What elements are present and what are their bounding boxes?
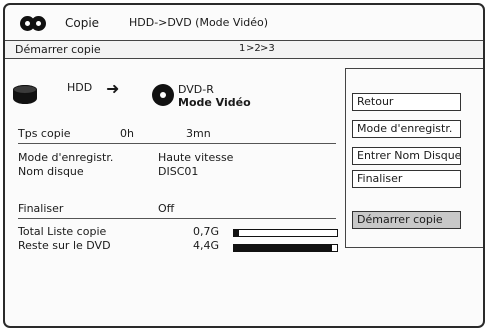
dvd-disc-icon <box>152 84 174 106</box>
divider <box>18 218 336 219</box>
disc-name-label: Nom disque <box>18 165 84 178</box>
hdd-icon <box>13 85 37 104</box>
copy-screen: Copie HDD->DVD (Mode Vidéo) Démarrer cop… <box>3 3 485 328</box>
step-3: >3 <box>260 43 275 54</box>
total-copy-bar-fill <box>234 230 240 236</box>
record-mode-label: Mode d'enregistr. <box>18 151 114 164</box>
finalize-label: Finaliser <box>18 202 64 215</box>
enter-disc-name-button[interactable]: Entrer Nom Disque <box>352 147 461 165</box>
remaining-dvd-bar <box>233 244 338 252</box>
destination-mode: Mode Vidéo <box>178 96 251 109</box>
disc-logo-icon <box>20 16 50 31</box>
title-bar: Copie HDD->DVD (Mode Vidéo) <box>5 5 483 41</box>
step-1: 1 <box>239 43 246 54</box>
destination-label: DVD-R Mode Vidéo <box>178 83 251 109</box>
arrow-right-icon: ➜ <box>106 79 120 98</box>
copy-mode-title: HDD->DVD (Mode Vidéo) <box>129 16 269 29</box>
start-copy-button[interactable]: Démarrer copie <box>352 211 461 229</box>
step-bar: Démarrer copie 1 >2 >3 <box>5 41 483 59</box>
divider <box>18 143 336 144</box>
total-copy-bar <box>233 229 338 237</box>
disc-name-value: DISC01 <box>158 165 199 178</box>
remaining-dvd-label: Reste sur le DVD <box>18 239 111 252</box>
record-mode-value: Haute vitesse <box>158 151 234 164</box>
step-label: Démarrer copie <box>15 43 101 56</box>
copy-time-hours: 0h <box>120 127 134 140</box>
record-mode-button[interactable]: Mode d'enregistr. <box>352 120 461 138</box>
back-button[interactable]: Retour <box>352 93 461 111</box>
step-2: >2 <box>246 43 261 54</box>
source-label: HDD <box>67 81 93 94</box>
finalize-button[interactable]: Finaliser <box>352 170 461 188</box>
copy-time-minutes: 3mn <box>186 127 211 140</box>
total-copy-label: Total Liste copie <box>18 225 107 238</box>
finalize-value: Off <box>158 202 175 215</box>
copy-summary-panel: HDD ➜ DVD-R Mode Vidéo Tps copie 0h 3mn … <box>5 59 346 326</box>
copy-time-label: Tps copie <box>18 127 71 140</box>
total-copy-value: 0,7G <box>193 225 220 238</box>
remaining-dvd-value: 4,4G <box>193 239 220 252</box>
destination-media: DVD-R <box>178 83 214 96</box>
remaining-dvd-bar-fill <box>234 245 332 251</box>
action-menu: Retour Mode d'enregistr. Entrer Nom Disq… <box>345 68 483 248</box>
app-title: Copie <box>65 16 100 30</box>
